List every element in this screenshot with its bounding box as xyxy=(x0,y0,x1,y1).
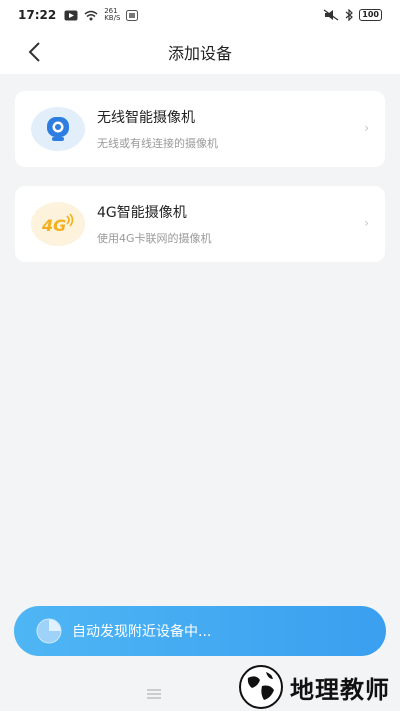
network-speed: 261 KB/S xyxy=(104,8,120,22)
status-icons-right: 100 xyxy=(323,9,382,21)
device-option-title: 4G智能摄像机 xyxy=(97,205,187,221)
globe-logo-icon xyxy=(239,665,283,709)
camera-icon xyxy=(47,117,69,141)
chevron-left-icon xyxy=(28,42,40,62)
device-option-title: 无线智能摄像机 xyxy=(97,110,195,126)
device-option-subtitle: 使用4G卡联网的摄像机 xyxy=(97,232,212,245)
chevron-right-icon: › xyxy=(364,216,369,230)
menu-icon[interactable] xyxy=(147,688,161,699)
status-time: 17:22 xyxy=(18,8,57,22)
device-option-subtitle: 无线或有线连接的摄像机 xyxy=(97,137,218,150)
device-option-text: 4G智能摄像机 使用4G卡联网的摄像机 xyxy=(97,202,212,246)
device-option-4g-camera[interactable]: 4G 4G智能摄像机 使用4G卡联网的摄像机 › xyxy=(15,186,385,262)
device-option-text: 无线智能摄像机 无线或有线连接的摄像机 xyxy=(97,107,218,151)
4g-icon-badge: 4G xyxy=(31,202,85,246)
mute-icon xyxy=(323,9,339,21)
status-bar: 17:22 261 KB/S 100 xyxy=(0,0,400,30)
scanning-radar-icon xyxy=(36,618,62,644)
chevron-right-icon: › xyxy=(364,121,369,135)
auto-discover-text: 自动发现附近设备中... xyxy=(72,624,212,640)
wifi-icon xyxy=(84,10,98,20)
battery-indicator: 100 xyxy=(359,9,382,21)
watermark: 地理教师 xyxy=(238,662,390,711)
4g-icon: 4G xyxy=(41,213,74,235)
auto-discover-bar[interactable]: 自动发现附近设备中... xyxy=(14,606,386,656)
svg-text:4G: 4G xyxy=(41,216,66,235)
notification-icon xyxy=(64,10,78,20)
device-option-wireless-camera[interactable]: 无线智能摄像机 无线或有线连接的摄像机 › xyxy=(15,91,385,167)
page-title: 添加设备 xyxy=(167,44,232,63)
bluetooth-icon xyxy=(345,9,354,21)
back-button[interactable] xyxy=(20,38,48,66)
status-icons-left: 261 KB/S xyxy=(64,8,139,22)
watermark-text: 地理教师 xyxy=(290,675,390,704)
header: 添加设备 xyxy=(0,30,400,74)
app-notification-icon xyxy=(126,9,139,21)
camera-icon-badge xyxy=(31,107,85,151)
network-speed-unit: KB/S xyxy=(104,14,121,22)
